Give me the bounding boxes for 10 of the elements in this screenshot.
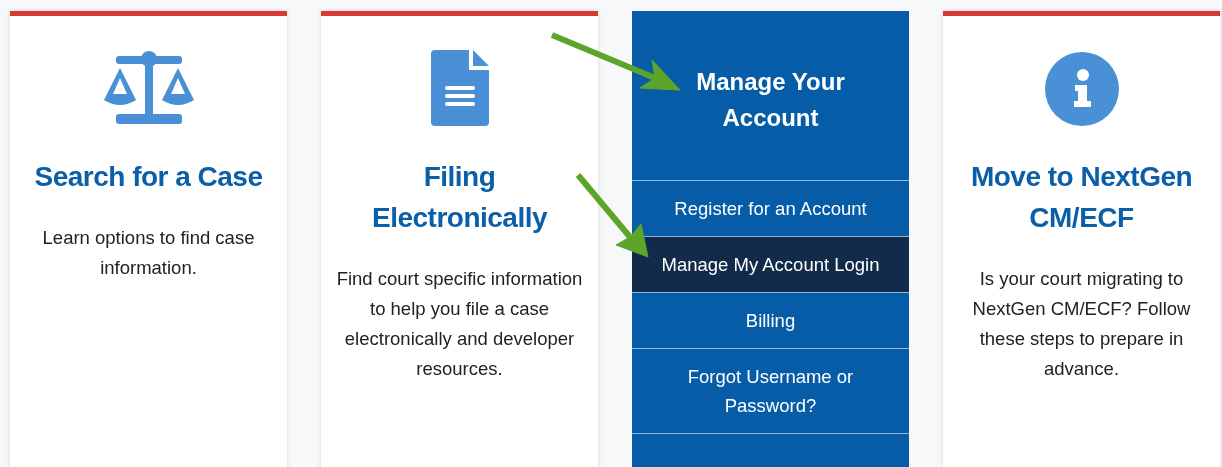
- card-title[interactable]: Move to NextGen CM/ECF: [959, 156, 1204, 238]
- info-icon: [1044, 52, 1119, 126]
- card-title[interactable]: Search for a Case: [34, 156, 263, 197]
- card-description: Is your court migrating to NextGen CM/ECF? Follow these steps to prepare in advance.: [971, 267, 1192, 381]
- document-icon: [430, 50, 489, 126]
- card-title[interactable]: Filing Electronically: [337, 156, 582, 238]
- scales-icon: [101, 50, 196, 126]
- card-description: Learn options to find case information.: [41, 226, 256, 280]
- card-description: Find court specific information to help you file a case electronically and developer resources.: [335, 267, 584, 381]
- menu-item[interactable]: Manage My Account Login: [632, 237, 909, 293]
